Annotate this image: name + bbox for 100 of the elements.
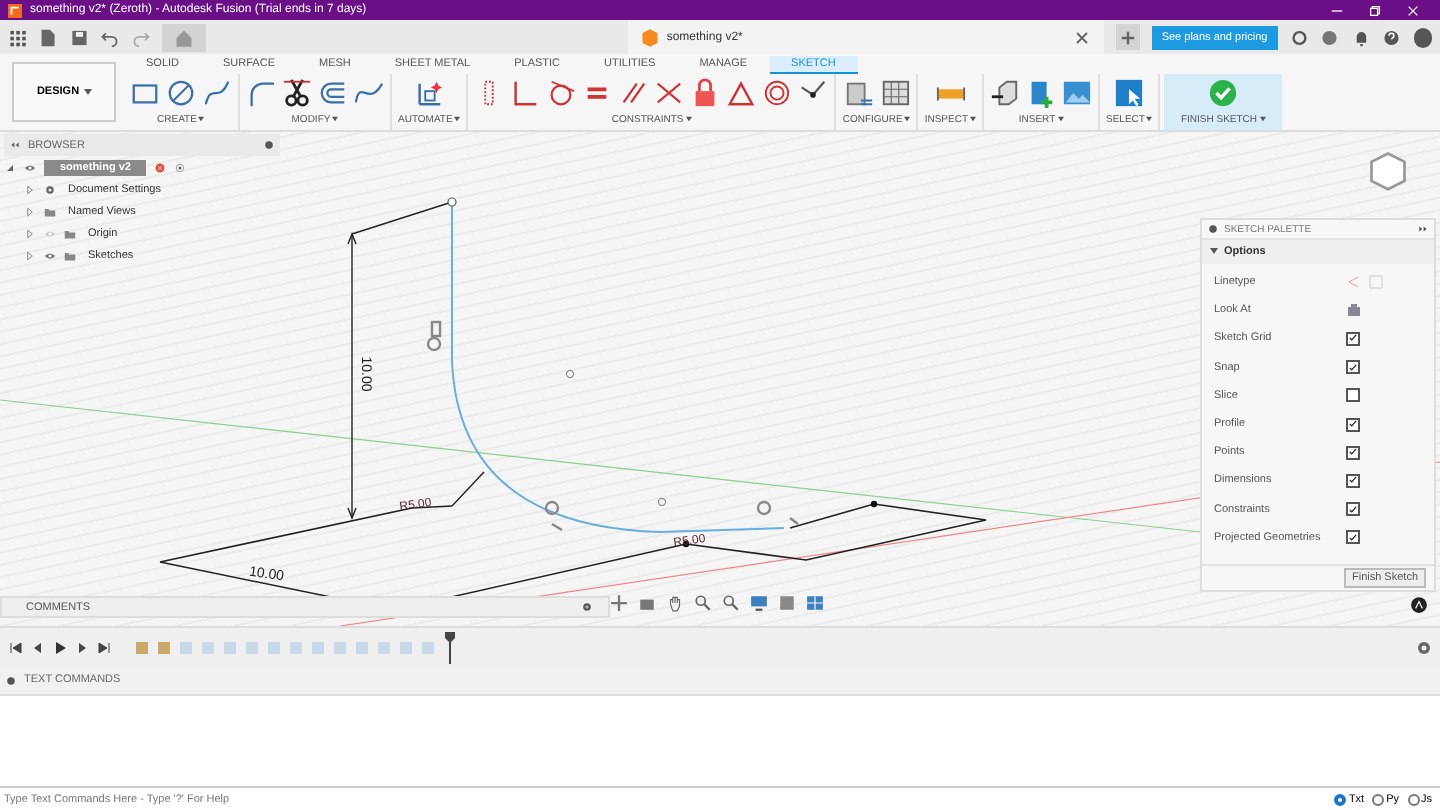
insert-box-icon[interactable] [990, 77, 1020, 107]
restore-icon[interactable] [1368, 3, 1382, 17]
checkbox[interactable] [1346, 530, 1360, 545]
checkbox[interactable] [1346, 331, 1360, 346]
expand-arrow-icon[interactable] [24, 249, 36, 261]
constraint-glyph [544, 500, 563, 532]
checkbox[interactable] [1346, 445, 1360, 460]
pan-hand-icon[interactable] [666, 594, 684, 612]
fillet-icon[interactable] [246, 77, 276, 107]
eye-icon[interactable] [24, 161, 36, 173]
caret-icon [1146, 116, 1153, 122]
caret-icon [198, 116, 205, 122]
tangent-icon[interactable] [546, 77, 577, 107]
image-icon[interactable] [1062, 77, 1092, 107]
pin-icon[interactable] [6, 675, 16, 685]
caret-icon [904, 116, 911, 122]
caret-icon [1259, 116, 1266, 122]
grid-icon[interactable] [778, 594, 796, 612]
new-tab-button[interactable] [1115, 24, 1140, 50]
close-icon[interactable] [1071, 27, 1092, 47]
viewports-icon[interactable] [806, 594, 824, 612]
checkbox[interactable] [1346, 473, 1360, 488]
caret-icon [970, 116, 976, 122]
offset-icon[interactable] [318, 77, 348, 107]
check-icon [1348, 361, 1358, 374]
bell-icon[interactable] [1351, 27, 1371, 47]
check-icon [1348, 446, 1358, 459]
pin-icon[interactable] [1208, 224, 1218, 234]
checkbox[interactable] [1346, 417, 1360, 432]
activate-icon[interactable] [154, 161, 167, 173]
concentric-icon[interactable] [762, 77, 793, 107]
gear-icon [44, 183, 56, 195]
box-table-icon[interactable] [843, 77, 874, 107]
expand-panel-icon[interactable] [1418, 224, 1428, 234]
center-point [565, 369, 575, 379]
previous-icon[interactable] [30, 639, 46, 655]
look-at-icon[interactable] [638, 594, 656, 612]
add-icon[interactable] [582, 602, 592, 612]
display-icon[interactable] [750, 594, 768, 612]
play-icon[interactable] [52, 639, 68, 655]
scissors-icon[interactable] [282, 77, 312, 107]
check-circle-icon[interactable] [1207, 77, 1238, 107]
expand-arrow-icon[interactable] [24, 183, 36, 195]
timeline-marker-icon[interactable] [442, 631, 458, 663]
insert-table-icon[interactable] [1026, 77, 1056, 107]
collapse-panel-icon[interactable] [10, 140, 20, 150]
plus-icon [1117, 27, 1138, 47]
avatar[interactable] [1413, 27, 1433, 47]
radio-icon[interactable] [174, 161, 187, 173]
sketch-point [682, 540, 690, 548]
settings-icon[interactable] [1416, 639, 1432, 655]
check-icon [1348, 503, 1358, 516]
undo-icon[interactable] [100, 27, 120, 47]
curve-icon[interactable] [354, 77, 384, 107]
checkbox[interactable] [1346, 388, 1360, 403]
file-icon[interactable] [38, 27, 58, 47]
constraint-glyph [426, 320, 442, 352]
refresh-icon[interactable] [1289, 27, 1309, 47]
view-cube-icon [1371, 153, 1405, 190]
radius-leader-line [451, 471, 485, 507]
dimension-icon[interactable] [414, 77, 445, 107]
expand-arrow-icon[interactable] [24, 227, 36, 239]
close-icon[interactable] [1406, 3, 1420, 17]
eye-icon[interactable] [44, 249, 56, 261]
orbit-icon[interactable] [610, 594, 628, 612]
cube-icon [640, 27, 661, 47]
circle-icon[interactable] [166, 77, 196, 107]
sketch-point [870, 500, 878, 508]
cross-lines-icon[interactable] [654, 77, 685, 107]
grid-menu-icon[interactable] [8, 27, 27, 47]
help-icon[interactable] [1382, 27, 1402, 47]
pin-icon[interactable] [264, 140, 274, 150]
triangle-icon[interactable] [726, 77, 757, 107]
checkbox[interactable] [1346, 502, 1360, 517]
check-icon [1348, 418, 1358, 431]
collapse-arrow-icon[interactable] [1210, 248, 1218, 256]
constraint-glyph [756, 500, 799, 525]
select-icon[interactable] [1114, 77, 1145, 107]
check-icon [1348, 332, 1358, 345]
caret-icon [332, 116, 339, 122]
save-icon[interactable] [69, 27, 89, 47]
check-icon [1348, 474, 1358, 487]
zoom-window-icon[interactable] [722, 594, 740, 612]
collapse-arrow-icon[interactable] [4, 161, 16, 173]
first-icon[interactable] [8, 639, 24, 655]
expand-arrow-icon[interactable] [24, 205, 36, 217]
center-point [657, 497, 667, 507]
checkbox[interactable] [1346, 360, 1360, 375]
spline-icon[interactable] [202, 77, 232, 107]
last-icon[interactable] [96, 639, 112, 655]
table-icon[interactable] [879, 77, 910, 107]
zoom-icon[interactable] [694, 594, 712, 612]
job-status-icon[interactable] [1320, 27, 1340, 47]
look-at-icon[interactable] [1346, 302, 1362, 319]
next-icon[interactable] [74, 639, 90, 655]
perpendicular-icon[interactable] [510, 77, 541, 107]
parallel-icon[interactable] [618, 77, 649, 107]
caret-icon [1057, 116, 1064, 122]
sketch-point [447, 197, 457, 207]
caret-icon [454, 116, 461, 122]
